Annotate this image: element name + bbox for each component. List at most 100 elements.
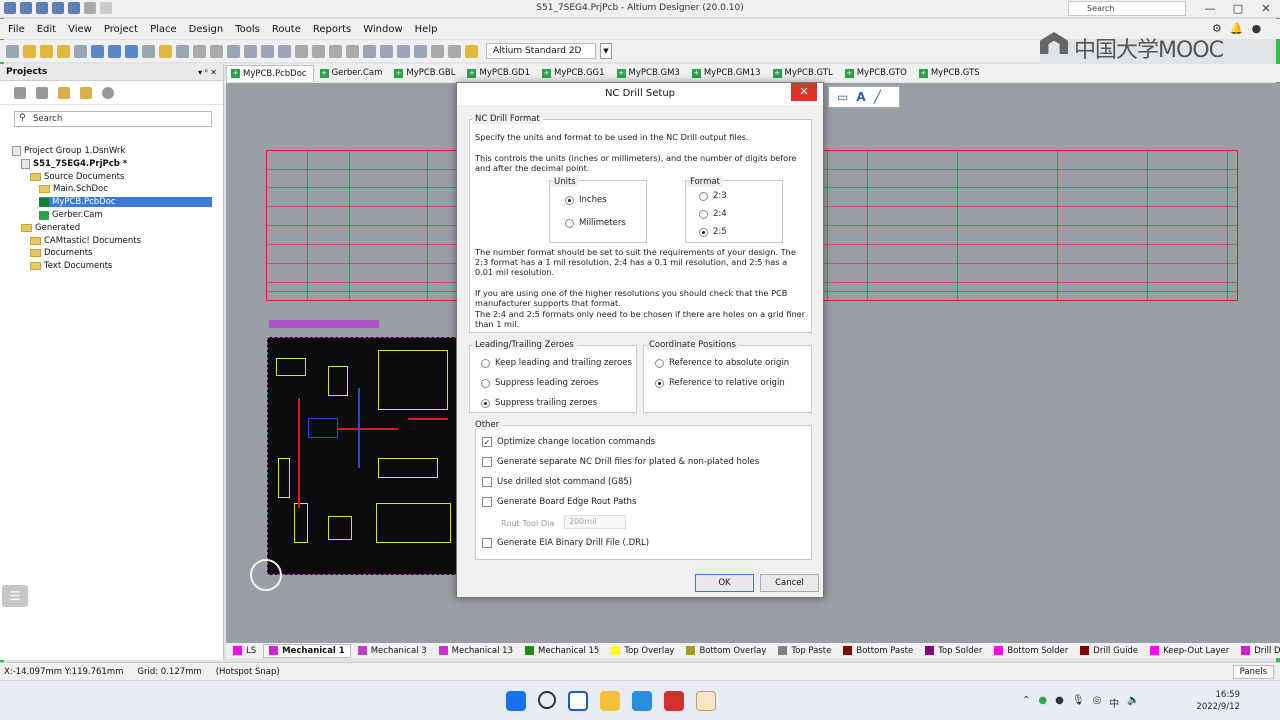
network-icon[interactable]: ◎ [1093, 695, 1102, 710]
tree-item[interactable]: Text Documents [30, 261, 112, 271]
panel-controls[interactable]: ▾ ᴾ ✕ [198, 68, 217, 77]
zoom-selected-icon[interactable] [261, 44, 274, 58]
layer-tab[interactable]: Mechanical 3 [353, 644, 432, 658]
g85-slot-checkbox[interactable]: Use drilled slot command (G85) [482, 477, 632, 487]
suppress-trailing-radio[interactable]: Suppress trailing zeroes [481, 398, 597, 408]
menu-edit[interactable]: Edit [31, 24, 62, 35]
line-icon[interactable]: ╱ [874, 90, 881, 104]
optimize-location-checkbox[interactable]: ✓ Optimize change location commands [482, 437, 655, 447]
layer-tab[interactable]: Bottom Overlay [681, 644, 771, 658]
paste-icon[interactable] [329, 44, 342, 58]
clear-selection-icon[interactable] [414, 44, 427, 58]
zoom-fit-icon[interactable] [227, 44, 240, 58]
cancel-button[interactable]: Cancel [760, 574, 819, 592]
close-icon[interactable]: ✕ [791, 83, 817, 101]
tree-item[interactable]: Gerber.Cam [39, 210, 103, 220]
tree-item[interactable]: Project Group 1.DsnWrk [12, 146, 125, 156]
redo-icon[interactable] [100, 2, 112, 14]
panels-button[interactable]: Panels [1232, 665, 1274, 679]
layer-tab[interactable]: LS [228, 644, 261, 658]
search-icon[interactable] [538, 691, 556, 709]
volume-icon[interactable]: 🔈 [1127, 695, 1139, 710]
doc-tab[interactable]: + MyPCB.GG1 [538, 65, 611, 82]
task-view-icon[interactable] [568, 691, 588, 711]
microphone-icon[interactable]: 🎙 [1072, 695, 1085, 710]
doc-tab[interactable]: + MyPCB.GBL [390, 65, 461, 82]
menu-window[interactable]: Window [357, 24, 408, 35]
photos-icon[interactable] [632, 691, 652, 711]
clock[interactable]: 16:59 2022/9/12 [1196, 689, 1240, 713]
relative-origin-radio[interactable]: Reference to relative origin [655, 378, 785, 388]
ok-button[interactable]: OK [695, 574, 754, 592]
menu-view[interactable]: View [62, 24, 98, 35]
component-placement-icon[interactable]: ▭ [837, 90, 848, 104]
new-icon[interactable] [36, 2, 48, 14]
open-icon[interactable] [52, 2, 64, 14]
via-icon[interactable] [57, 44, 70, 58]
save-project-icon[interactable] [14, 86, 26, 99]
doc-tab[interactable]: + MyPCB.GTL [769, 65, 839, 82]
doc-tab[interactable]: + MyPCB.GD1 [463, 65, 536, 82]
tree-item[interactable]: Generated [21, 223, 80, 233]
clear-filter-icon[interactable] [278, 44, 291, 58]
arc-icon[interactable] [74, 44, 87, 58]
bell-icon[interactable]: 🔔 [1230, 22, 1244, 35]
menu-tools[interactable]: Tools [229, 24, 266, 35]
gear-icon[interactable]: ⚙ [1212, 22, 1222, 35]
copy-icon[interactable] [312, 44, 325, 58]
deselect-icon[interactable] [397, 44, 410, 58]
menu-reports[interactable]: Reports [307, 24, 357, 35]
doc-tab[interactable]: + MyPCB.GTO [841, 65, 913, 82]
open-project-icon[interactable] [68, 2, 80, 14]
open-doc-icon[interactable] [159, 44, 172, 58]
layer-tab[interactable]: Drill Guide [1075, 644, 1143, 658]
cut-icon[interactable] [295, 44, 308, 58]
units-inches-radio[interactable]: Inches [565, 195, 607, 205]
layer-tab[interactable]: Mechanical 13 [434, 644, 518, 658]
add-folder-icon[interactable] [58, 86, 70, 99]
ime-indicator[interactable]: 中 [1109, 695, 1119, 710]
suppress-leading-radio[interactable]: Suppress leading zeroes [481, 378, 599, 388]
layer-tab[interactable]: Keep-Out Layer [1145, 644, 1234, 658]
pdf-reader-icon[interactable] [664, 691, 684, 711]
undo-toolbar-icon[interactable] [431, 44, 444, 58]
layer-tab[interactable]: Bottom Solder [989, 644, 1073, 658]
tree-item[interactable]: Main.SchDoc [39, 184, 108, 194]
menu-route[interactable]: Route [266, 24, 307, 35]
compile-icon[interactable] [36, 86, 48, 99]
altium-icon[interactable] [696, 691, 716, 711]
doc-tab[interactable]: + MyPCB.GM13 [688, 65, 767, 82]
absolute-origin-radio[interactable]: Reference to absolute origin [655, 358, 789, 368]
menu-project[interactable]: Project [98, 24, 144, 35]
user-icon[interactable]: ● [1252, 22, 1262, 35]
eia-binary-checkbox[interactable]: Generate EIA Binary Drill File (.DRL) [482, 538, 649, 548]
panel-handle-icon[interactable]: ☰ [2, 585, 28, 607]
redo-toolbar-icon[interactable] [448, 44, 461, 58]
add-existing-icon[interactable] [80, 86, 92, 99]
minimize-icon[interactable]: — [1196, 0, 1224, 18]
doc-tab[interactable]: + MyPCB.GM3 [613, 65, 686, 82]
save-doc-icon[interactable] [176, 44, 189, 58]
rout-tool-dia-input[interactable]: 200mil [564, 515, 626, 529]
layer-tab[interactable]: Top Solder [920, 644, 987, 658]
menu-design[interactable]: Design [183, 24, 230, 35]
close-icon[interactable]: ✕ [1252, 0, 1280, 18]
menu-file[interactable]: File [2, 24, 31, 35]
view-config-select[interactable]: Altium Standard 2D [486, 43, 596, 59]
layer-tab[interactable]: Mechanical 15 [520, 644, 604, 658]
undo-icon[interactable] [84, 2, 96, 14]
global-search-input[interactable]: Search [1068, 1, 1186, 16]
text-icon[interactable] [125, 44, 138, 58]
units-millimeters-radio[interactable]: Millimeters [565, 218, 626, 228]
select-area-icon[interactable] [363, 44, 376, 58]
separate-plated-checkbox[interactable]: Generate separate NC Drill files for pla… [482, 457, 759, 467]
sketch-icon[interactable] [465, 44, 478, 58]
keep-zeroes-radio[interactable]: Keep leading and trailing zeroes [481, 358, 632, 368]
component-icon[interactable] [142, 44, 155, 58]
doc-tab[interactable]: + MyPCB.GTS [915, 65, 986, 82]
save-icon[interactable] [4, 2, 16, 14]
format-2-5-radio[interactable]: 2:5 [699, 227, 727, 237]
tree-item[interactable]: CAMtastic! Documents [30, 236, 141, 246]
chevron-up-icon[interactable]: ⌃ [1022, 695, 1030, 710]
doc-tab[interactable]: + Gerber.Cam [316, 65, 389, 82]
